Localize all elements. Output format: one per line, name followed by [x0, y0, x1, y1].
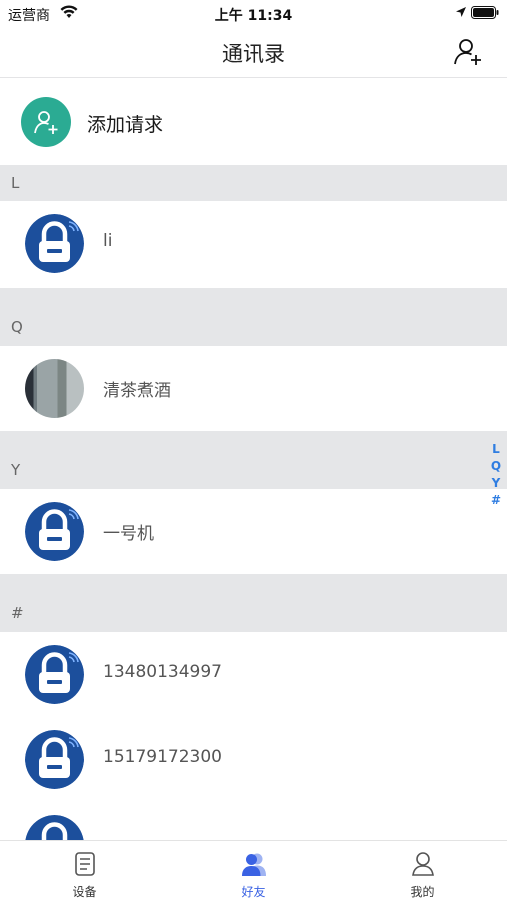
section-letter: #: [11, 604, 24, 622]
avatar: [25, 359, 84, 418]
contact-name: 清茶煮酒: [103, 381, 171, 401]
friends-icon: [242, 853, 266, 876]
add-request-avatar: [21, 97, 71, 147]
contact-name: 一号机: [103, 524, 154, 544]
lock-icon: [25, 730, 84, 789]
avatar: [25, 645, 84, 704]
add-request-row[interactable]: 添加请求: [0, 79, 507, 165]
tab-label: 好友: [241, 885, 266, 899]
page-title: 通讯录: [222, 42, 285, 66]
contact-name: 15179172300: [103, 747, 222, 767]
add-user-icon: [34, 111, 58, 134]
lock-icon: [25, 214, 84, 273]
contact-row[interactable]: 一号机: [0, 489, 507, 575]
location-arrow-icon: [456, 7, 466, 17]
section-header-y: Y: [0, 431, 507, 489]
device-list-icon: [75, 852, 95, 876]
add-user-icon[interactable]: [453, 37, 483, 67]
lock-icon: [25, 502, 84, 561]
add-request-label: 添加请求: [87, 114, 164, 136]
contact-row[interactable]: 15179172300: [0, 717, 507, 803]
clock: 上午 11:34: [214, 8, 293, 24]
section-letter: Q: [11, 318, 23, 336]
contact-name: li: [103, 231, 113, 251]
section-letter: L: [11, 174, 20, 192]
profile-icon: [412, 852, 434, 876]
alphabet-index-bar[interactable]: L Q Y #: [489, 441, 503, 509]
battery-icon: [471, 6, 499, 19]
tab-bar: 设备 好友 我的: [0, 840, 507, 900]
section-header-q: Q: [0, 288, 507, 346]
tab-label: 我的: [410, 885, 435, 899]
tab-friends[interactable]: 好友: [169, 841, 338, 900]
contact-row[interactable]: li: [0, 201, 507, 287]
index-letter[interactable]: Q: [489, 458, 503, 475]
index-letter[interactable]: #: [489, 492, 503, 509]
index-letter[interactable]: L: [489, 441, 503, 458]
contact-row[interactable]: 清茶煮酒: [0, 346, 507, 432]
index-letter[interactable]: Y: [489, 475, 503, 492]
section-header-hash: #: [0, 574, 507, 632]
status-bar: 运营商 上午 11:34: [0, 0, 507, 28]
avatar: [25, 730, 84, 789]
section-header-l: L: [0, 165, 507, 201]
tab-profile[interactable]: 我的: [338, 841, 507, 900]
tab-label: 设备: [72, 885, 97, 899]
nav-bar: 通讯录: [0, 28, 507, 78]
contact-name: 13480134997: [103, 662, 222, 682]
lock-icon: [25, 645, 84, 704]
contact-row[interactable]: 13480134997: [0, 632, 507, 718]
tab-device[interactable]: 设备: [0, 841, 169, 900]
avatar: [25, 214, 84, 273]
section-letter: Y: [11, 461, 21, 479]
avatar: [25, 502, 84, 561]
